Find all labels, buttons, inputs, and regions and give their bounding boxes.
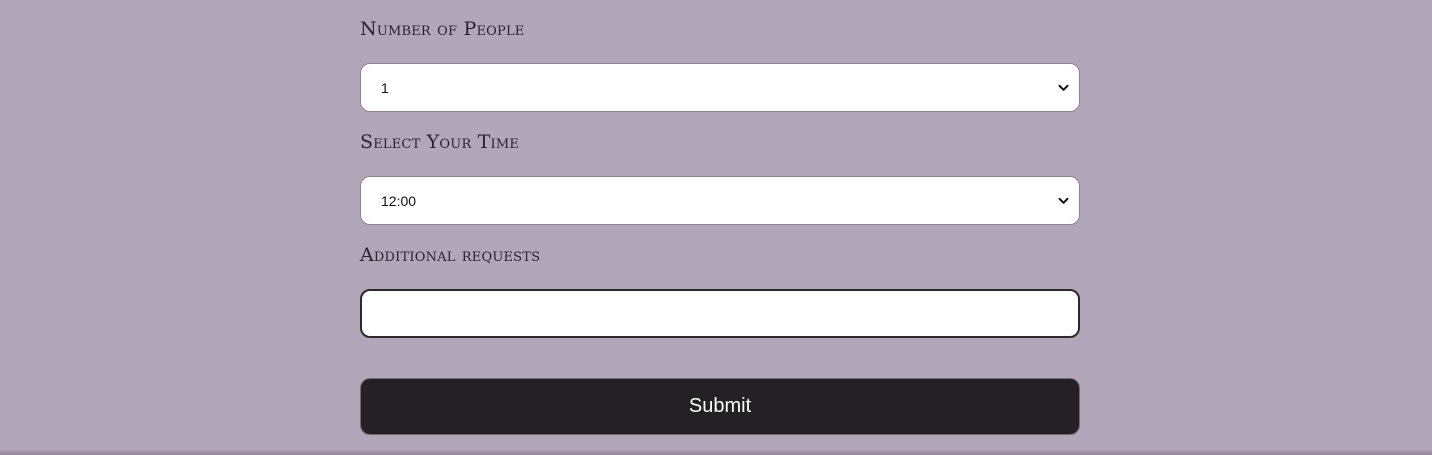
page: { "form": { "people": { "label": "Number… (0, 0, 1432, 455)
time-select[interactable]: 12:00 (360, 176, 1080, 225)
chevron-down-icon (1057, 82, 1069, 94)
submit-button[interactable]: Submit (360, 378, 1080, 435)
chevron-down-icon (1057, 195, 1069, 207)
number-of-people-selected-value: 1 (381, 79, 389, 96)
select-your-time-label: Select Your Time (360, 131, 520, 153)
time-selected-value: 12:00 (381, 192, 417, 209)
additional-requests-label: Additional requests (360, 244, 541, 266)
additional-requests-input[interactable] (360, 289, 1080, 338)
bottom-shadow (0, 449, 1432, 455)
number-of-people-label: Number of People (360, 18, 525, 40)
number-of-people-select[interactable]: 1 (360, 63, 1080, 112)
